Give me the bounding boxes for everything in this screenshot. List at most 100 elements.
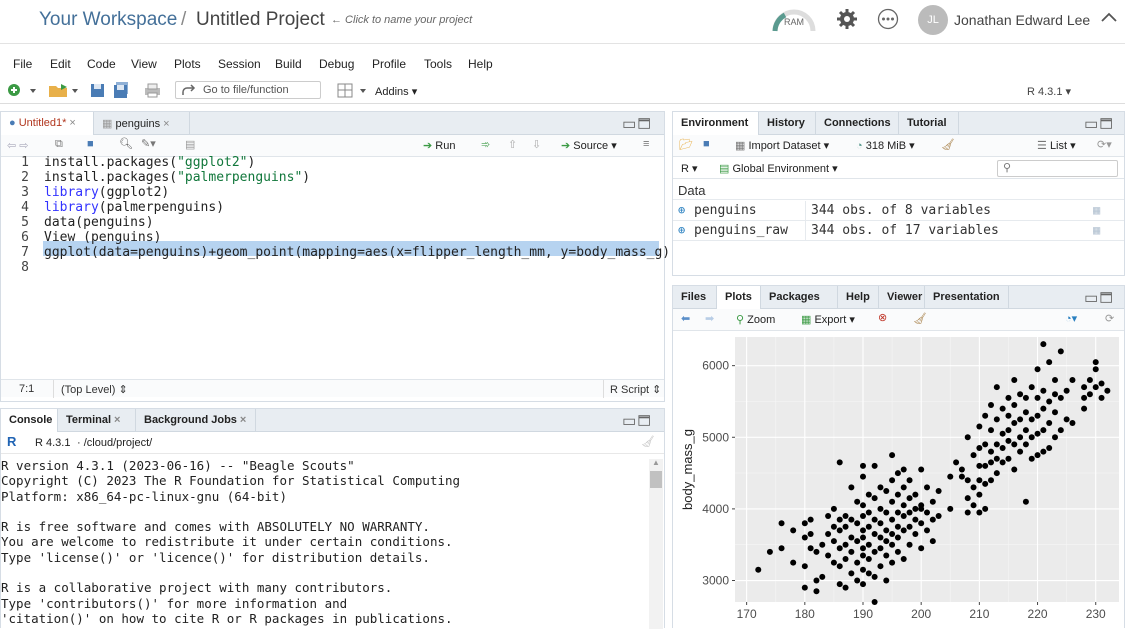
tab-viewer[interactable]: Viewer <box>879 286 925 309</box>
tab-files[interactable]: Files <box>673 286 717 309</box>
close-icon[interactable]: × <box>240 414 246 426</box>
scope-menu[interactable]: (Top Level) ⇕ <box>61 383 128 396</box>
menu-help[interactable]: Help <box>468 57 493 71</box>
menu-profile[interactable]: Profile <box>372 57 406 71</box>
menu-edit[interactable]: Edit <box>50 57 71 71</box>
menu-file[interactable]: File <box>13 57 32 71</box>
show-in-window-icon[interactable]: ⧉ <box>55 138 63 151</box>
close-icon[interactable]: × <box>69 117 75 129</box>
menu-build[interactable]: Build <box>275 57 302 71</box>
expand-icon[interactable]: ⊕ <box>678 223 685 237</box>
code-line[interactable]: data(penguins) <box>44 215 154 230</box>
source-button[interactable]: ➔ Source ▾ <box>561 139 617 152</box>
tab-console[interactable]: Console <box>1 409 58 432</box>
refresh-icon[interactable]: ⟳ <box>1105 312 1114 325</box>
save-workspace-icon[interactable]: ■ <box>703 138 710 150</box>
find-icon[interactable]: 🔍︎ <box>119 137 133 150</box>
console-scrollbar[interactable]: ▲ <box>649 459 663 629</box>
menu-tools[interactable]: Tools <box>424 57 452 71</box>
back-forward-icon[interactable]: ⇦ ⇨ <box>7 139 29 152</box>
grid-layout-icon[interactable] <box>337 82 367 99</box>
code-line[interactable]: install.packages("palmerpenguins") <box>44 170 310 185</box>
outline-icon[interactable]: ≡ <box>643 138 649 150</box>
tab-history[interactable]: History <box>759 112 816 135</box>
tab-packages[interactable]: Packages <box>761 286 838 309</box>
close-icon[interactable]: × <box>114 414 120 426</box>
previous-plot-icon[interactable]: ⬅ <box>681 312 690 325</box>
user-name[interactable]: Jonathan Edward Lee <box>954 12 1090 28</box>
settings-gear-icon[interactable] <box>836 8 858 30</box>
addins-menu[interactable]: Addins ▾ <box>375 85 417 98</box>
tab-connections[interactable]: Connections <box>816 112 899 135</box>
print-icon[interactable] <box>144 82 161 99</box>
tab-terminal[interactable]: Terminal × <box>58 409 136 432</box>
minimize-maximize-icon[interactable] <box>1085 291 1115 304</box>
file-type-menu[interactable]: R Script ⇕ <box>610 383 661 396</box>
r-version-menu[interactable]: R 4.3.1 ▾ <box>1027 85 1071 98</box>
code-line[interactable]: ggplot(data=penguins)+geom_point(mapping… <box>44 245 678 260</box>
code-line[interactable]: install.packages("ggplot2") <box>44 155 255 170</box>
goto-file-function-input[interactable]: Go to file/function <box>175 81 321 99</box>
run-button[interactable]: ➔ Run <box>423 139 455 152</box>
go-down-icon[interactable]: ⇩ <box>532 138 541 151</box>
scope-menu[interactable]: ▤ Global Environment ▾ <box>719 162 838 175</box>
menu-plots[interactable]: Plots <box>174 57 201 71</box>
tab-environment[interactable]: Environment <box>673 112 759 135</box>
environment-row[interactable]: ⊕ penguins 344 obs. of 8 variables ▦ <box>673 201 1124 221</box>
rerun-icon[interactable]: ➾ <box>481 138 490 151</box>
minimize-maximize-icon[interactable] <box>623 117 653 130</box>
tab-background-jobs[interactable]: Background Jobs × <box>136 409 256 432</box>
code-line[interactable]: library(palmerpenguins) <box>44 200 224 215</box>
code-line[interactable]: library(ggplot2) <box>44 185 169 200</box>
tab-penguins[interactable]: ▦ penguins × <box>94 112 190 135</box>
console-output[interactable]: R version 4.3.1 (2023-06-16) -- "Beagle … <box>1 458 649 626</box>
expand-icon[interactable]: ⊕ <box>678 203 685 217</box>
collapse-chevron-icon[interactable] <box>1100 10 1118 24</box>
import-dataset-button[interactable]: ▦ Import Dataset ▾ <box>735 139 829 152</box>
view-data-icon[interactable]: ▦ <box>1093 203 1100 217</box>
export-button[interactable]: ▦ Export ▾ <box>801 313 855 326</box>
memory-usage-button[interactable]: ◔ 318 MiB ▾ <box>856 139 915 152</box>
code-tools-icon[interactable]: ✎▾ <box>141 137 156 150</box>
clear-console-icon[interactable]: 🧹︎ <box>641 435 655 448</box>
menu-session[interactable]: Session <box>218 57 261 71</box>
clear-workspace-icon[interactable]: 🧹︎ <box>941 138 955 151</box>
publish-icon[interactable]: ◔▾ <box>1065 312 1077 325</box>
go-up-icon[interactable]: ⇧ <box>508 138 517 151</box>
clear-plots-icon[interactable]: 🧹︎ <box>913 312 927 325</box>
tab-untitled1[interactable]: ● Untitled1* × <box>1 112 94 135</box>
load-workspace-icon[interactable]: 📂︎ <box>679 138 693 151</box>
menu-view[interactable]: View <box>131 57 157 71</box>
menu-code[interactable]: Code <box>87 57 116 71</box>
new-file-icon[interactable] <box>7 82 37 99</box>
menu-debug[interactable]: Debug <box>319 57 354 71</box>
language-menu[interactable]: R ▾ <box>681 162 698 175</box>
save-icon[interactable]: ■ <box>87 138 94 150</box>
environment-search-input[interactable]: ⚲ <box>997 160 1118 177</box>
refresh-icon[interactable]: ⟳▾ <box>1097 138 1112 151</box>
compile-report-icon[interactable]: ▤ <box>185 138 195 151</box>
remove-plot-icon[interactable]: ⊗ <box>878 311 887 324</box>
next-plot-icon[interactable]: ➡ <box>705 312 714 325</box>
zoom-button[interactable]: ⚲ Zoom <box>736 313 775 326</box>
environment-row[interactable]: ⊕ penguins_raw 344 obs. of 17 variables ▦ <box>673 221 1124 241</box>
project-name[interactable]: Untitled Project <box>196 9 325 31</box>
save-all-icon[interactable] <box>113 82 130 99</box>
tab-help[interactable]: Help <box>838 286 879 309</box>
close-icon[interactable]: × <box>163 118 169 130</box>
tab-plots[interactable]: Plots <box>717 286 761 309</box>
console-working-dir[interactable]: · /cloud/project/ <box>77 437 152 449</box>
save-icon[interactable] <box>90 82 105 99</box>
code-line[interactable]: View (penguins) <box>44 230 161 245</box>
tab-presentation[interactable]: Presentation <box>925 286 1009 309</box>
y-axis-title: body_mass_g <box>680 429 695 510</box>
user-avatar[interactable]: JL <box>918 5 948 35</box>
view-data-icon[interactable]: ▦ <box>1093 223 1100 237</box>
open-file-icon[interactable] <box>47 82 79 99</box>
tab-tutorial[interactable]: Tutorial <box>899 112 959 135</box>
more-options-icon[interactable] <box>877 8 899 30</box>
workspace-link[interactable]: Your Workspace <box>39 9 177 31</box>
minimize-maximize-icon[interactable] <box>623 414 653 427</box>
view-mode-menu[interactable]: ☰ List ▾ <box>1037 139 1076 152</box>
minimize-maximize-icon[interactable] <box>1085 117 1115 130</box>
